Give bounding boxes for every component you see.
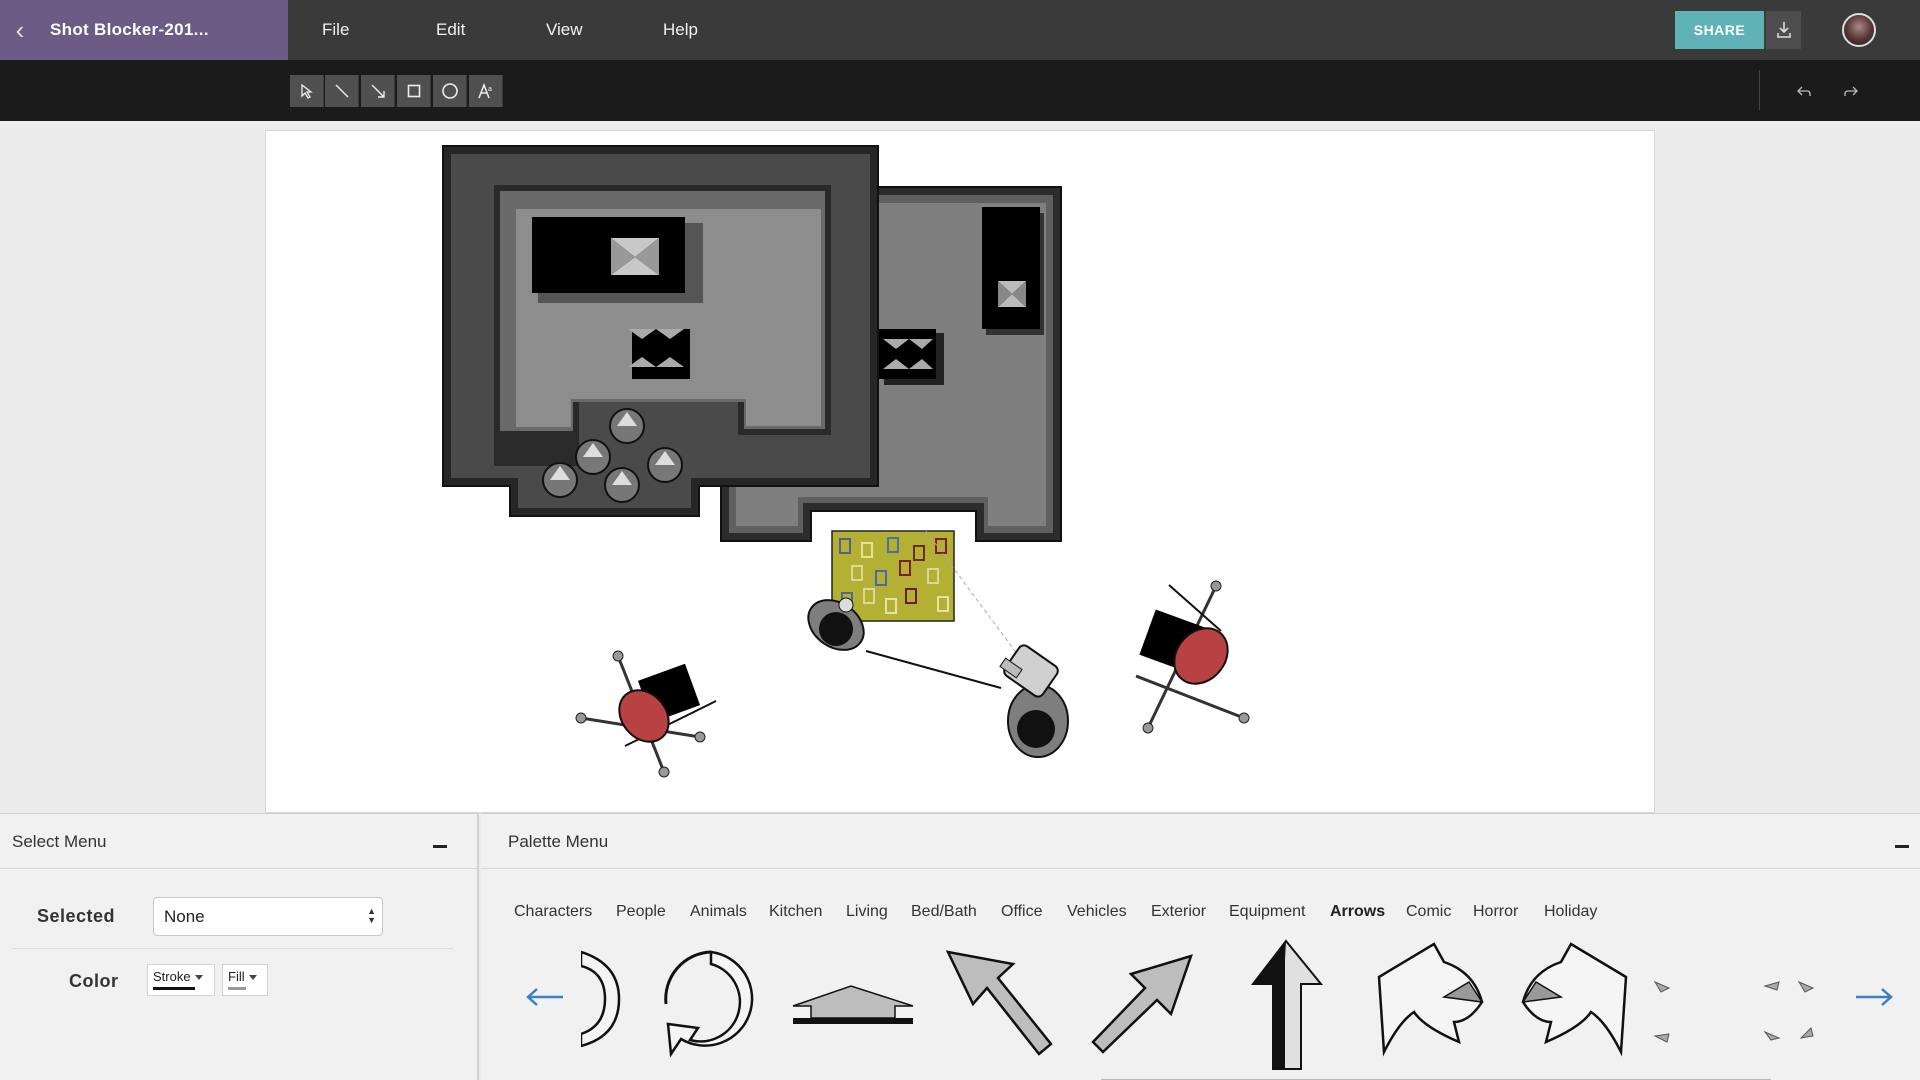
document-title[interactable]: Shot Blocker-201...	[40, 20, 209, 40]
rectangle-icon	[407, 84, 420, 98]
category-horror[interactable]: Horror	[1473, 903, 1518, 921]
select-menu-header: Select Menu	[0, 814, 477, 869]
rectangle-tool-button[interactable]	[397, 75, 431, 107]
caret-down-icon	[194, 975, 203, 981]
palette-diagonal-arrow-left[interactable]	[943, 944, 1058, 1059]
category-equipment[interactable]: Equipment	[1229, 903, 1306, 921]
palette-flat-arrow[interactable]	[791, 984, 916, 1034]
palette-circular-arrow[interactable]	[656, 944, 766, 1066]
toolbar-divider	[1759, 70, 1760, 110]
redo-button[interactable]	[1834, 75, 1868, 107]
palette-curved-arrow-left[interactable]	[1516, 942, 1631, 1057]
color-label: Color	[69, 971, 119, 991]
download-icon	[1776, 22, 1791, 38]
selected-label: Selected	[37, 906, 116, 926]
caret-down-icon	[248, 975, 257, 981]
drawing-toolbar: a	[0, 60, 1920, 121]
document-title-area[interactable]: ‹ Shot Blocker-201...	[0, 0, 288, 60]
palette-small-arrows-a[interactable]	[1651, 974, 1676, 1054]
category-arrows[interactable]: Arrows	[1330, 903, 1385, 921]
select-tool-button[interactable]	[290, 75, 324, 107]
stroke-swatch	[153, 987, 195, 990]
menu-edit[interactable]: Edit	[436, 0, 465, 60]
arrow-right-icon[interactable]	[1852, 982, 1896, 1012]
circle-icon	[441, 83, 458, 99]
arrow-left-icon[interactable]	[523, 982, 567, 1012]
chevron-left-icon[interactable]: ‹	[0, 0, 40, 60]
fill-swatch	[228, 987, 246, 990]
camera-operator[interactable]	[999, 643, 1069, 758]
line-icon	[335, 84, 348, 98]
menu-help[interactable]: Help	[663, 0, 698, 60]
top-bar: ‹ Shot Blocker-201... File Edit View Hel…	[0, 0, 1920, 60]
app-root: ‹ Shot Blocker-201... File Edit View Hel…	[0, 0, 1920, 1080]
pointer-icon	[300, 83, 313, 99]
palette-curved-arrow-partial[interactable]	[581, 944, 631, 1054]
palette-curved-arrow-right[interactable]	[1374, 942, 1489, 1057]
light-stand-left[interactable]	[575, 650, 717, 778]
category-characters[interactable]: Characters	[514, 903, 592, 921]
redo-icon	[1844, 86, 1858, 96]
fill-color-picker[interactable]: Fill	[222, 964, 268, 996]
select-menu-panel: Select Menu Selected None ▲ ▼ Color Strok…	[0, 813, 479, 1080]
panel-divider	[12, 948, 453, 949]
share-button[interactable]: SHARE	[1675, 11, 1764, 49]
light-stand-right[interactable]	[1135, 580, 1250, 734]
palette-diagonal-arrow-right[interactable]	[1081, 944, 1196, 1059]
category-exterior[interactable]: Exterior	[1151, 903, 1206, 921]
selected-dropdown[interactable]: None ▲ ▼	[153, 897, 383, 936]
palette-small-arrows-b[interactable]	[1761, 974, 1821, 1054]
undo-icon	[1797, 86, 1811, 96]
line-tool-button[interactable]	[325, 75, 359, 107]
category-people[interactable]: People	[616, 903, 666, 921]
stroke-color-picker[interactable]: Stroke	[147, 964, 215, 996]
user-avatar[interactable]	[1842, 13, 1876, 47]
category-office[interactable]: Office	[1001, 903, 1043, 921]
arrow-line-icon	[371, 84, 385, 98]
text-tool-button[interactable]: a	[469, 75, 503, 107]
menu-view[interactable]: View	[546, 0, 583, 60]
palette-up-arrow[interactable]	[1249, 939, 1324, 1074]
download-button[interactable]	[1766, 11, 1801, 49]
category-holiday[interactable]: Holiday	[1544, 903, 1597, 921]
category-vehicles[interactable]: Vehicles	[1067, 903, 1127, 921]
category-animals[interactable]: Animals	[690, 903, 747, 921]
workspace	[0, 121, 1920, 813]
category-living[interactable]: Living	[846, 903, 888, 921]
stroke-label: Stroke	[153, 969, 191, 984]
palette-menu-title: Palette Menu	[508, 832, 609, 851]
drawing-canvas[interactable]	[265, 130, 1655, 813]
selected-value: None	[164, 907, 205, 926]
select-menu-title: Select Menu	[12, 832, 107, 851]
menu-file[interactable]: File	[322, 0, 349, 60]
palette-menu-panel: Palette Menu Characters People Animals K…	[481, 813, 1920, 1080]
minimize-palette-menu-icon[interactable]	[1895, 832, 1911, 852]
arrow-tool-button[interactable]	[361, 75, 395, 107]
category-comic[interactable]: Comic	[1406, 903, 1451, 921]
building-floorplan-left[interactable]	[442, 145, 879, 517]
palette-menu-header: Palette Menu	[481, 814, 1920, 869]
ellipse-tool-button[interactable]	[433, 75, 467, 107]
minimize-select-menu-icon[interactable]	[433, 832, 449, 852]
category-kitchen[interactable]: Kitchen	[769, 903, 822, 921]
text-icon: a	[477, 82, 492, 99]
category-bed-bath[interactable]: Bed/Bath	[911, 903, 977, 921]
svg-text:a: a	[488, 86, 492, 93]
scene-drawing[interactable]	[266, 131, 1655, 813]
undo-button[interactable]	[1787, 75, 1821, 107]
fill-label: Fill	[228, 969, 245, 984]
select-arrows-icon: ▲ ▼	[367, 906, 376, 925]
